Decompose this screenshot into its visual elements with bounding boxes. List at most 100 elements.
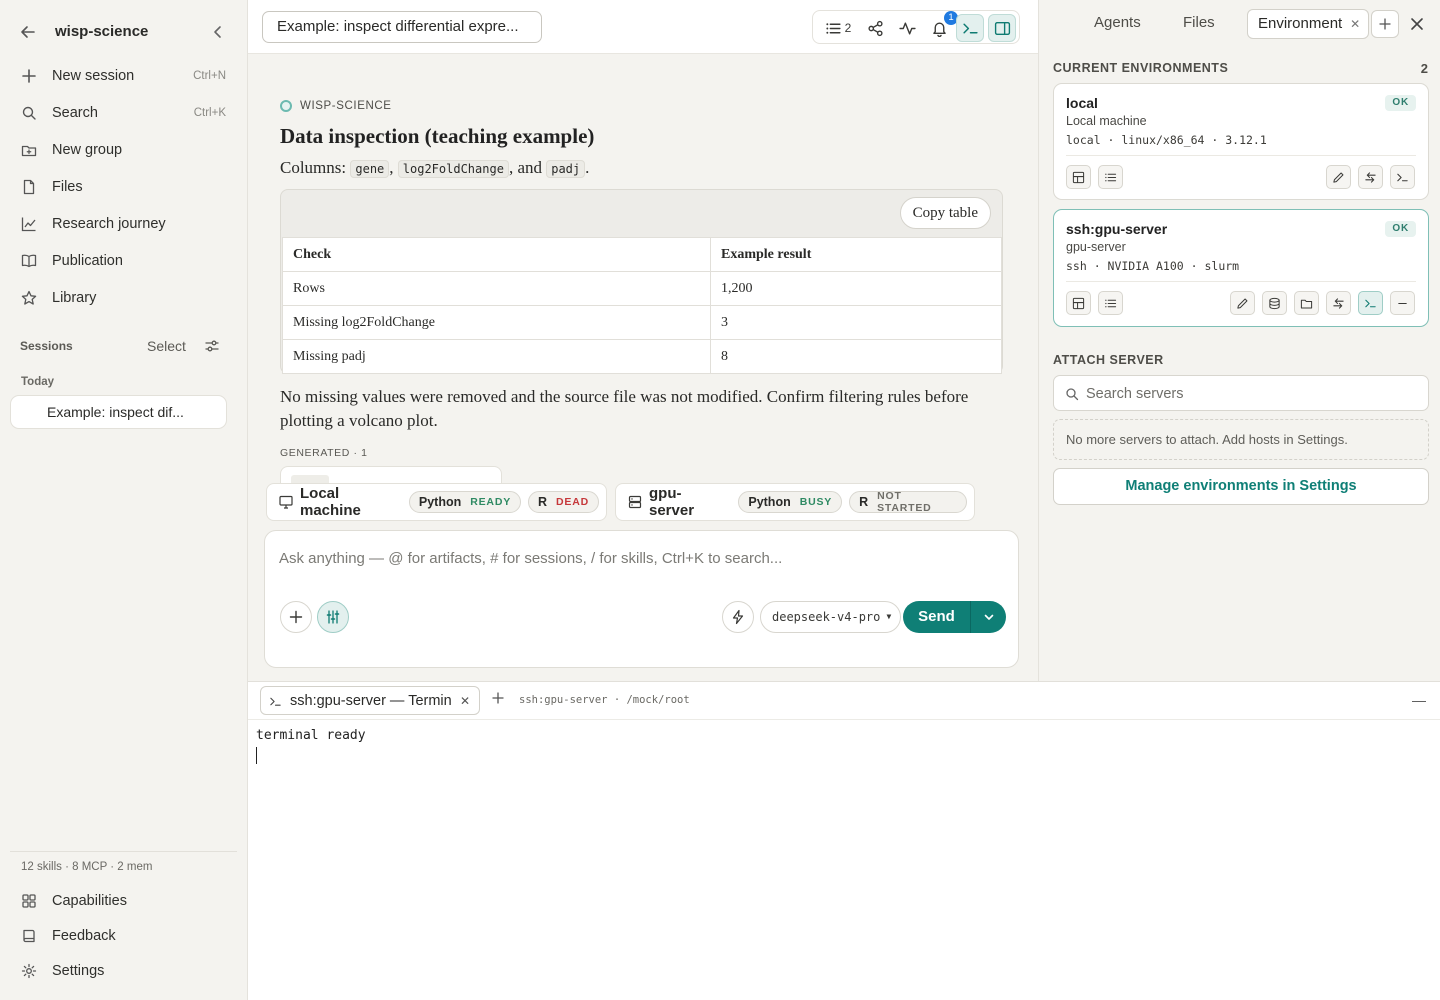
terminal-output[interactable]: terminal ready [256, 728, 366, 743]
message-heading: Data inspection (teaching example) [280, 124, 595, 148]
kernel-status-local[interactable]: Local machine Python READY R DEAD [266, 483, 607, 521]
file-icon [21, 179, 37, 195]
tab-files[interactable]: Files [1183, 14, 1215, 31]
send-button[interactable]: Send [903, 601, 971, 633]
settings-nav-item[interactable]: Settings [10, 954, 238, 988]
filter-sliders-icon[interactable] [204, 338, 220, 354]
attach-plus-button[interactable] [280, 601, 312, 633]
edit-pencil-icon[interactable] [1326, 165, 1351, 189]
manage-environments-button[interactable]: Manage environments in Settings [1053, 468, 1429, 505]
terminal-cursor [256, 747, 257, 764]
capabilities-nav-item[interactable]: Capabilities [10, 884, 238, 918]
task-count: 2 [844, 21, 852, 35]
list-icon[interactable] [1098, 165, 1123, 189]
new-terminal-plus-icon[interactable] [491, 691, 505, 705]
files-nav-item[interactable]: Files [10, 170, 238, 204]
sync-arrows-icon[interactable] [1358, 165, 1383, 189]
environment-subtitle: gpu-server [1066, 240, 1126, 254]
back-arrow-icon[interactable] [18, 22, 38, 42]
terminal-tab[interactable]: ssh:gpu-server — Terminal ✕ [260, 686, 480, 715]
sliders-icon [326, 610, 340, 624]
tab-agents[interactable]: Agents [1094, 14, 1141, 31]
tab-label: Environment [1258, 15, 1343, 32]
activity-pulse-icon[interactable] [894, 15, 920, 41]
new-session-button[interactable]: New session Ctrl+N [10, 59, 238, 93]
close-panel-icon[interactable] [1407, 14, 1427, 34]
select-sessions-button[interactable]: Select [147, 338, 186, 354]
nav-label: Search [52, 105, 98, 121]
trend-chart-icon [21, 216, 37, 232]
research-journey-nav-item[interactable]: Research journey [10, 207, 238, 241]
send-button-group[interactable]: Send [903, 601, 1006, 633]
message-source: WISP-SCIENCE [280, 100, 392, 112]
layout-icon[interactable] [1066, 291, 1091, 315]
runtime-lang: Python [418, 495, 462, 509]
environment-details: local · linux/x86_64 · 3.12.1 [1066, 133, 1267, 147]
table-cell: Missing log2FoldChange [282, 305, 711, 340]
runtime-status: DEAD [556, 496, 589, 508]
tab-environment[interactable]: Environment ✕ [1247, 9, 1370, 39]
list-icon[interactable] [1098, 291, 1123, 315]
inline-code: padj [546, 160, 586, 178]
search-button[interactable]: Search Ctrl+K [10, 96, 238, 130]
inline-code: log2FoldChange [397, 160, 509, 178]
terminal-icon[interactable] [1358, 291, 1383, 315]
no-servers-notice: No more servers to attach. Add hosts in … [1053, 419, 1429, 460]
message-composer[interactable]: Ask anything — @ for artifacts, # for se… [264, 530, 1019, 668]
table-cell: 1,200 [710, 271, 1002, 306]
nav-label: Files [52, 179, 83, 195]
server-search-input[interactable]: Search servers [1053, 375, 1429, 411]
nav-label: New session [52, 68, 135, 84]
kernel-status-gpu-server[interactable]: gpu-server Python BUSY R NOT STARTED [615, 483, 975, 521]
environment-name: local [1066, 95, 1098, 111]
library-nav-item[interactable]: Library [10, 281, 238, 315]
table-cell: 3 [710, 305, 1002, 340]
runtime-pill-r[interactable]: R NOT STARTED [849, 490, 967, 514]
book-open-icon [21, 253, 37, 269]
close-terminal-tab-icon[interactable]: ✕ [460, 694, 470, 708]
kernel-host-name: gpu-server [649, 485, 695, 519]
notifications-bell-icon[interactable]: 1 [926, 11, 958, 41]
minimize-terminal-icon[interactable]: — [1412, 692, 1426, 708]
terminal-toggle-icon[interactable] [956, 14, 984, 42]
copy-table-button[interactable]: Copy table [899, 197, 991, 229]
detach-minus-icon[interactable] [1390, 291, 1415, 315]
task-list-button[interactable]: 2 [821, 15, 855, 41]
side-panel-toggle-icon[interactable] [988, 14, 1016, 42]
runtime-pill-python[interactable]: Python READY [408, 491, 522, 513]
feedback-nav-item[interactable]: Feedback [10, 919, 238, 953]
nav-label: Research journey [52, 216, 166, 232]
send-options-chevron-icon[interactable] [971, 601, 1006, 633]
add-tab-button[interactable] [1371, 10, 1399, 38]
share-icon[interactable] [862, 15, 888, 41]
runtime-pill-python[interactable]: Python BUSY [738, 491, 843, 513]
terminal-icon[interactable] [1390, 165, 1415, 189]
new-group-button[interactable]: New group [10, 133, 238, 167]
collapse-sidebar-icon[interactable] [208, 22, 228, 42]
runtime-status: BUSY [799, 496, 833, 508]
divider [1066, 155, 1416, 156]
close-tab-icon[interactable]: ✕ [1350, 10, 1360, 38]
quick-mode-bolt-button[interactable] [722, 601, 754, 633]
header-toolbar: 2 1 [812, 10, 1020, 44]
wisp-logo-icon [280, 100, 292, 112]
table-cell: Missing padj [282, 339, 711, 374]
folder-icon[interactable] [1294, 291, 1319, 315]
runtime-pill-r[interactable]: R DEAD [528, 491, 599, 513]
kernel-host-name: Local machine [300, 485, 361, 519]
nav-label: Capabilities [52, 893, 127, 909]
environment-card-gpu-server[interactable]: ssh:gpu-server OK gpu-server ssh · NVIDI… [1053, 209, 1429, 327]
star-icon [21, 290, 37, 306]
composer-placeholder[interactable]: Ask anything — @ for artifacts, # for se… [279, 550, 782, 567]
session-title-field[interactable]: Example: inspect differential expre... [262, 11, 542, 43]
environment-card-local[interactable]: local OK Local machine local · linux/x86… [1053, 83, 1429, 200]
nav-label: Publication [52, 253, 123, 269]
model-selector[interactable]: deepseek-v4-pro ▼ [760, 601, 902, 633]
tools-sliders-button[interactable] [317, 601, 349, 633]
database-icon[interactable] [1262, 291, 1287, 315]
session-list-item[interactable]: Example: inspect dif... [10, 395, 227, 429]
edit-pencil-icon[interactable] [1230, 291, 1255, 315]
publication-nav-item[interactable]: Publication [10, 244, 238, 278]
sync-arrows-icon[interactable] [1326, 291, 1351, 315]
layout-icon[interactable] [1066, 165, 1091, 189]
